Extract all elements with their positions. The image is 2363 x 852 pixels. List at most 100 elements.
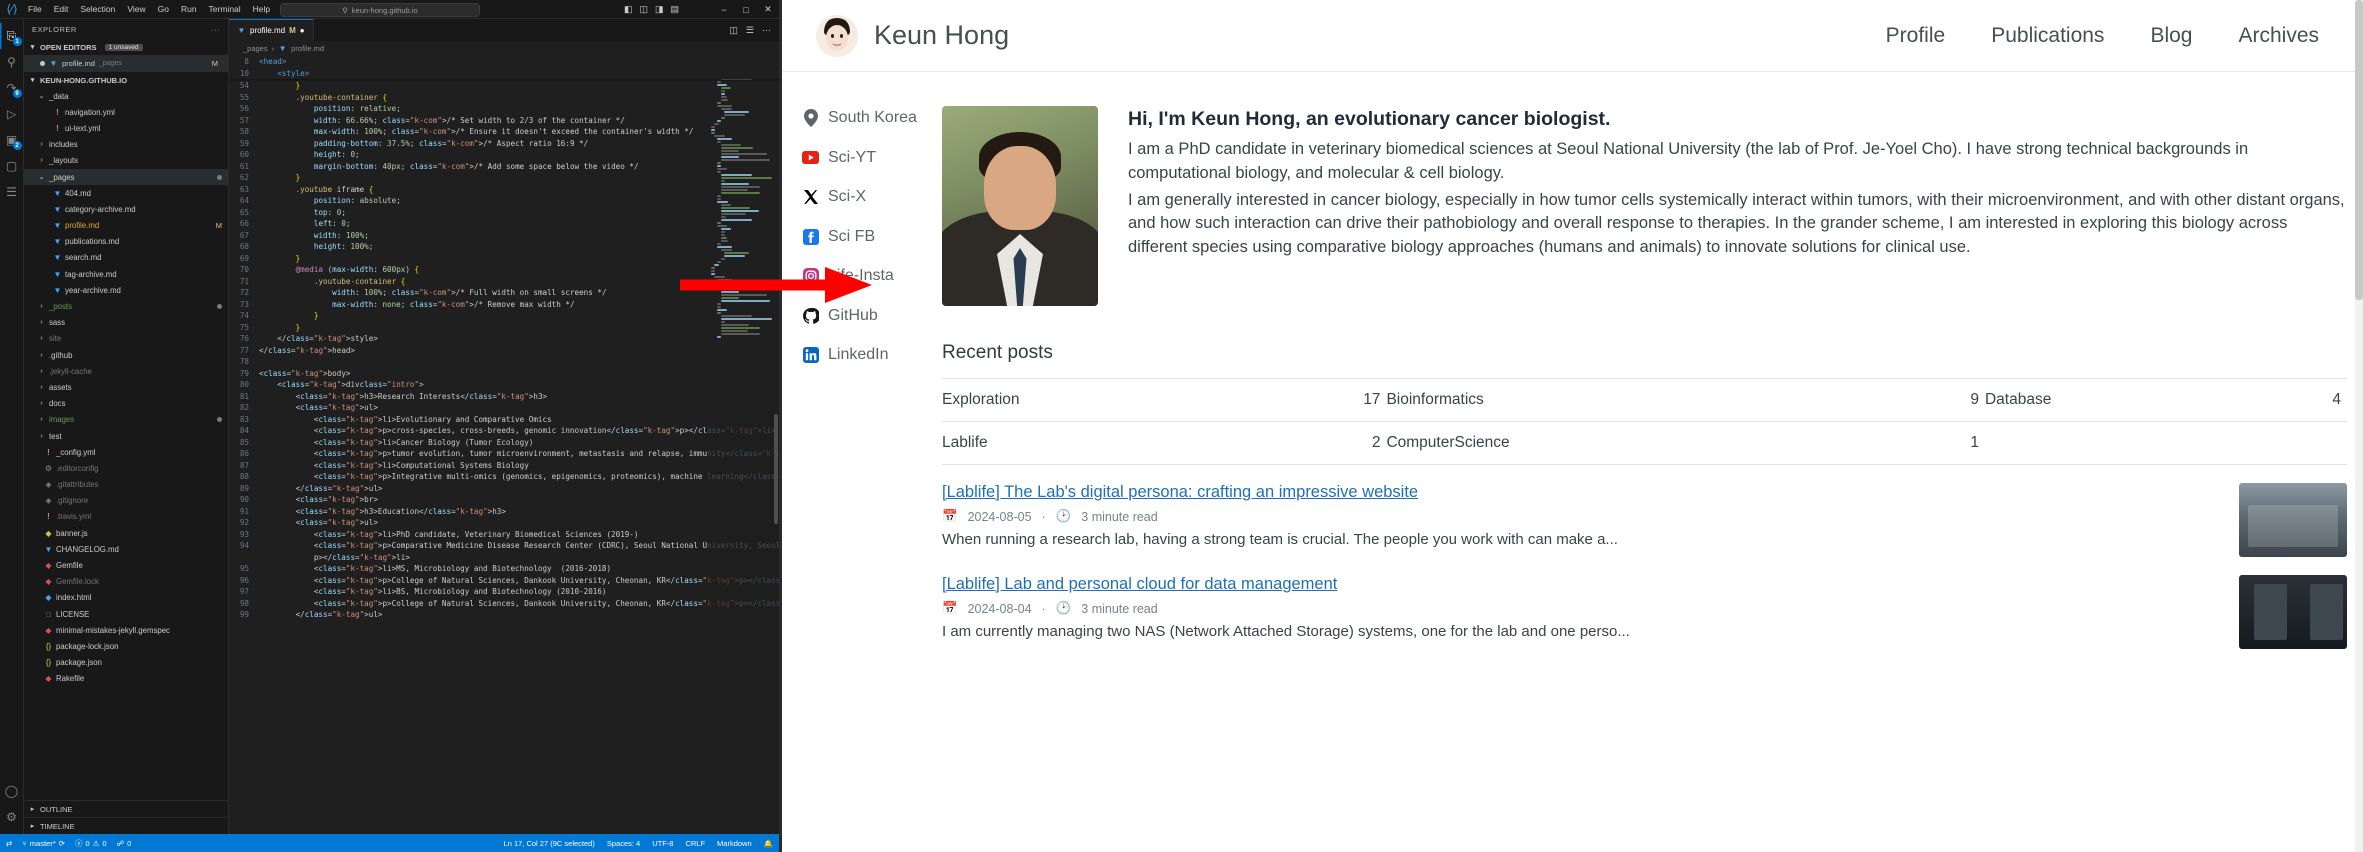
code-line[interactable]: 87 <class="k-tag">li >Computational Syste… (229, 460, 779, 472)
run-markdown-preview-icon[interactable]: ☰ (746, 25, 754, 36)
file-tree-item-tag-archive-md[interactable]: ▼ tag-archive.md (24, 266, 228, 282)
file-tree-item-docs[interactable]: › docs (24, 396, 228, 412)
file-tree-item-sass[interactable]: › sass (24, 315, 228, 331)
tab-profile-md[interactable]: ▼ profile.md M ● (229, 19, 314, 41)
remote-window-icon[interactable]: ⇄ (6, 839, 12, 848)
file-tree-item-license[interactable]: □ LICENSE (24, 606, 228, 622)
status-ports[interactable]: ☍ 0 (117, 839, 132, 848)
file-tree-item-package-json[interactable]: {} package.json (24, 655, 228, 671)
file-tree-item-test[interactable]: › test (24, 428, 228, 444)
window-controls[interactable]: − □ ✕ (713, 0, 779, 19)
code-line[interactable]: 79 <class="k-tag">body > (229, 368, 779, 380)
file-tree-item--github[interactable]: › .github (24, 347, 228, 363)
layout-controls[interactable]: ◧ ◫ ◨ ▤ (624, 0, 679, 19)
category-name[interactable]: ComputerScience (1386, 421, 1925, 465)
profile-avatar[interactable] (816, 14, 858, 57)
status-indentation[interactable]: Spaces: 4 (607, 839, 640, 848)
menu-help[interactable]: Help (247, 3, 276, 15)
project-root-header[interactable]: ▾ KEUN-HONG.GITHUB.IO (24, 72, 228, 88)
code-line[interactable]: 75 } (229, 322, 779, 334)
file-tree-item--data[interactable]: ⌄ _data (24, 88, 228, 104)
code-line[interactable]: 57 width: 66.66%; class="k-com">/* Set w… (229, 115, 779, 127)
nav-link-archives[interactable]: Archives (2238, 24, 2319, 48)
panel-left-icon[interactable]: ◧ (624, 4, 633, 15)
post-title-link[interactable]: [Lablife] The Lab's digital persona: cra… (942, 483, 2221, 502)
status-encoding[interactable]: UTF-8 (652, 839, 673, 848)
code-line[interactable]: 67 width: 100%; (229, 230, 779, 242)
file-tree-item-navigation-yml[interactable]: ! navigation.yml (24, 104, 228, 120)
editor-scrollbar-thumb[interactable] (774, 413, 778, 524)
menu-terminal[interactable]: Terminal (203, 3, 247, 15)
author-meta-item-life-insta[interactable]: Life-Insta (802, 264, 942, 288)
post-thumbnail-lab-website[interactable] (2239, 483, 2347, 557)
code-line[interactable]: 81 <class="k-tag">h3 >Research Interests<… (229, 391, 779, 403)
file-tree-item--gitattributes[interactable]: ◈ .gitattributes (24, 477, 228, 493)
nav-link-profile[interactable]: Profile (1886, 24, 1946, 48)
menu-file[interactable]: File (22, 3, 48, 15)
file-tree-item-publications-md[interactable]: ▼ publications.md (24, 234, 228, 250)
code-line[interactable]: 73 max-width: none; class="k-com">/* Rem… (229, 299, 779, 311)
file-tree-item-gemfile-lock[interactable]: ◆ Gemfile.lock (24, 574, 228, 590)
status-cursor-position[interactable]: Ln 17, Col 27 (9C selected) (504, 839, 595, 848)
category-name[interactable]: Exploration (942, 378, 1290, 422)
search-sidebar-icon[interactable]: ⚲ (0, 49, 24, 75)
code-line[interactable]: 69 } (229, 253, 779, 265)
testing-icon[interactable]: ▢ (0, 153, 24, 179)
code-line[interactable]: 60 height: 0; (229, 149, 779, 161)
menu-run[interactable]: Run (175, 3, 203, 15)
extensions-icon[interactable]: ▣ 2 (0, 127, 24, 153)
file-tree-item-profile-md[interactable]: ▼ profile.md M (24, 218, 228, 234)
code-line[interactable]: 84 <class="k-tag">p >cross-species, cross… (229, 425, 779, 437)
panel-right-icon[interactable]: ◨ (655, 4, 664, 15)
file-tree-item--config-yml[interactable]: ! _config.yml (24, 444, 228, 460)
author-meta-item-linkedin[interactable]: LinkedIn (802, 343, 942, 367)
code-line[interactable]: 90 <class="k-tag">br > (229, 494, 779, 506)
sync-icon[interactable]: ⟳ (59, 839, 65, 848)
status-eol[interactable]: CRLF (685, 839, 705, 848)
menu-bar[interactable]: File Edit Selection View Go Run Terminal… (22, 3, 276, 15)
code-line[interactable]: 55 .youtube-container { (229, 92, 779, 104)
status-problems[interactable]: ⓧ 0 ⚠ 0 (75, 838, 107, 849)
menu-go[interactable]: Go (152, 3, 175, 15)
code-line[interactable]: 74 } (229, 310, 779, 322)
code-line[interactable]: 59 padding-bottom: 37.5%; class="k-com">… (229, 138, 779, 150)
code-line[interactable]: p></class="k-tag">li > (229, 552, 779, 564)
file-tree-item-minimal-mistakes-jekyll-gemspec[interactable]: ◆ minimal-mistakes-jekyll.gemspec (24, 622, 228, 638)
accounts-icon[interactable]: ◯ (0, 778, 24, 804)
explorer-more-icon[interactable]: ··· (211, 25, 220, 34)
editor-more-actions-icon[interactable]: ⋯ (762, 25, 771, 36)
menu-selection[interactable]: Selection (74, 3, 121, 15)
file-tree-item-site[interactable]: › site (24, 331, 228, 347)
code-line[interactable]: 63 .youtube iframe { (229, 184, 779, 196)
category-name[interactable]: Database (1984, 378, 2287, 422)
code-line[interactable]: 83 <class="k-tag">li >Evolutionary and Co… (229, 414, 779, 426)
author-meta-item-sci-x[interactable]: Sci-X (802, 185, 942, 209)
layout-grid-icon[interactable]: ▤ (670, 4, 679, 15)
file-tree-item-images[interactable]: › images (24, 412, 228, 428)
outline-section[interactable]: ▸ OUTLINE (24, 800, 228, 817)
code-line[interactable]: 98 <class="k-tag">p >College of Natural S… (229, 598, 779, 610)
author-meta-item-github[interactable]: GitHub (802, 304, 942, 328)
code-line[interactable]: 86 <class="k-tag">p >tumor evolution, tum… (229, 448, 779, 460)
code-line[interactable]: 94 <class="k-tag">p >Comparative Medicine… (229, 540, 779, 552)
run-debug-icon[interactable]: ▷ (0, 101, 24, 127)
code-line[interactable]: 77 </class="k-tag">head > (229, 345, 779, 357)
author-meta-item-sci-yt[interactable]: Sci-YT (802, 146, 942, 170)
file-tree-item--pages[interactable]: ⌄ _pages (24, 168, 228, 186)
minimap[interactable] (707, 56, 779, 834)
minimize-button[interactable]: − (713, 5, 735, 15)
file-tree-item--editorconfig[interactable]: ⚙ .editorconfig (24, 460, 228, 476)
file-tree-item-ui-text-yml[interactable]: ! ui-text.yml (24, 120, 228, 136)
source-control-icon[interactable]: ↷ 9 (0, 75, 24, 101)
file-tree-item-assets[interactable]: › assets (24, 379, 228, 395)
breadcrumb[interactable]: _pages › ▼ profile.md (229, 41, 779, 56)
page-scrollbar-thumb[interactable] (2355, 0, 2363, 300)
file-tree-item-includes[interactable]: › includes (24, 137, 228, 153)
nav-link-blog[interactable]: Blog (2150, 24, 2192, 48)
explorer-icon[interactable]: ⎘ 1 (0, 23, 24, 49)
panel-bottom-icon[interactable]: ◫ (639, 4, 648, 15)
close-button[interactable]: ✕ (757, 4, 779, 15)
split-editor-icon[interactable]: ◫ (729, 25, 738, 36)
code-line[interactable]: 68 height: 100%; (229, 241, 779, 253)
menu-view[interactable]: View (121, 3, 151, 15)
